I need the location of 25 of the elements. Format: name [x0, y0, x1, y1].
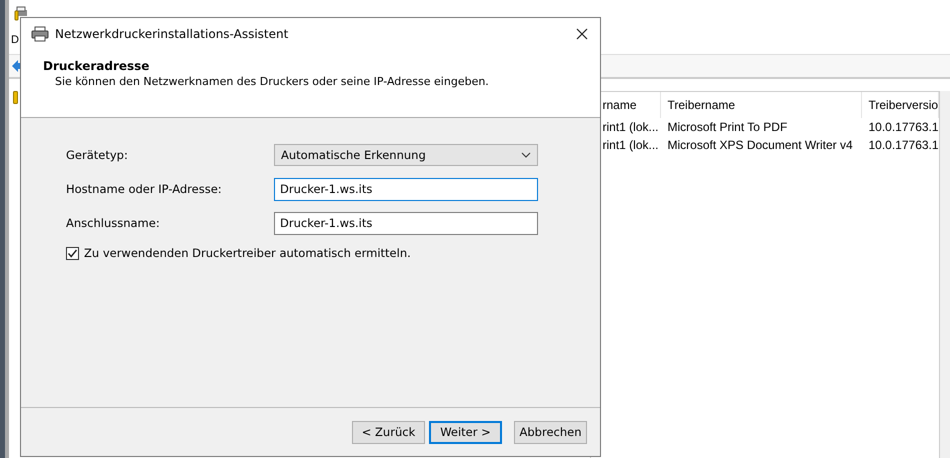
table-cell-text: rint1 (lok... [601, 120, 660, 134]
field-label: Anschlussname: [66, 216, 161, 230]
dialog-title: Netzwerkdruckerinstallations-Assistent [55, 26, 288, 40]
table-cell-text: rint1 (lok... [601, 138, 660, 152]
dropdown[interactable]: Automatische Erkennung [274, 144, 538, 166]
table-cell-text: 10.0.17763.1 [867, 138, 940, 152]
scrollbar[interactable] [939, 91, 950, 458]
page-heading: Druckeradresse [43, 59, 150, 73]
field-label: Gerätetyp: [66, 148, 129, 162]
input-field[interactable]: Drucker-1.ws.its [274, 212, 538, 234]
wizard-button[interactable]: Abbrechen [514, 420, 587, 444]
field-label: Hostname oder IP-Adresse: [66, 182, 223, 196]
menu-item[interactable]: D [11, 34, 19, 46]
chevron-down-icon [521, 152, 531, 158]
wizard-button[interactable]: < Zurück [352, 420, 425, 444]
wizard-button[interactable]: Weiter > [429, 420, 502, 444]
checkbox[interactable] [66, 246, 79, 260]
page-subtitle: Sie können den Netzwerknamen des Druckers oder seine IP-Adresse eingeben. [54, 75, 490, 88]
table-cell-text: Microsoft Print To PDF [666, 120, 788, 134]
input-field[interactable]: Drucker-1.ws.its [274, 178, 538, 200]
table-cell-text: 10.0.17763.1 [867, 120, 940, 134]
close-icon[interactable] [576, 28, 588, 40]
column-header[interactable]: Treibername [661, 92, 862, 118]
table-cell-text: Microsoft XPS Document Writer v4 [666, 138, 854, 152]
checkbox-label[interactable]: Zu verwendenden Druckertreiber automatisch ermitteln. [84, 246, 411, 260]
